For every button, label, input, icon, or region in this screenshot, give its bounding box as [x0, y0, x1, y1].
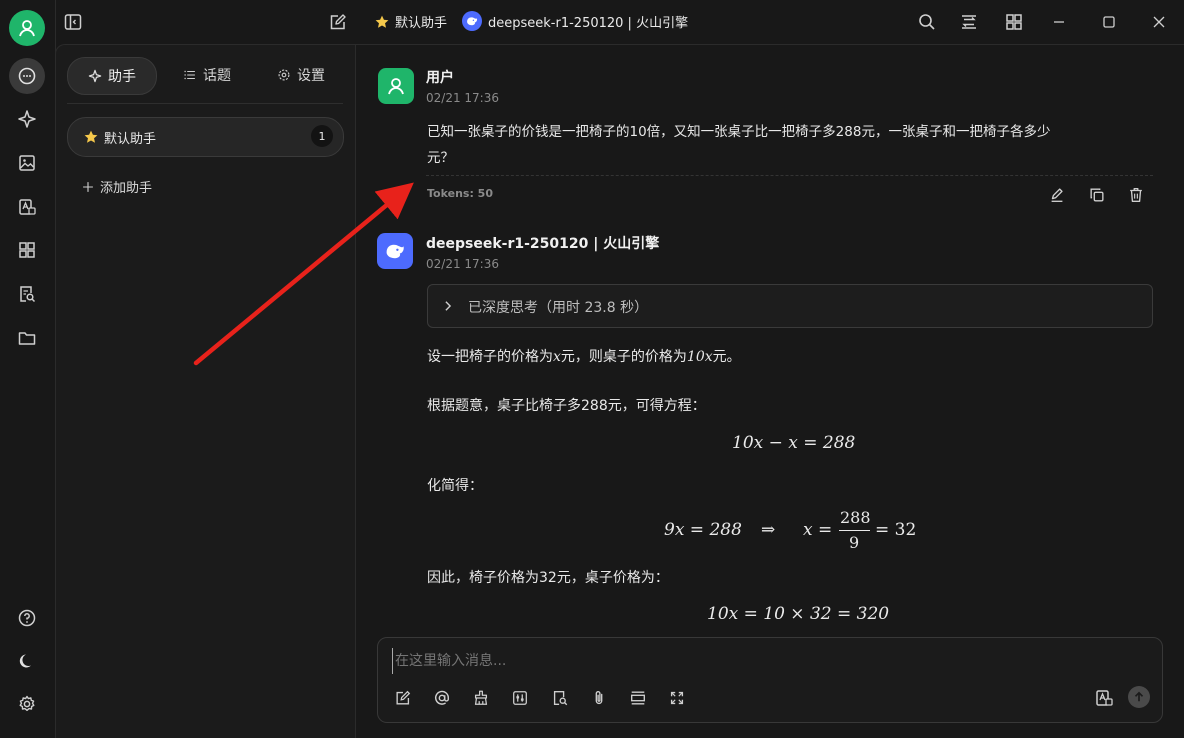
model-selector[interactable]: deepseek-r1-250120 | 火山引擎: [462, 11, 688, 31]
broom-icon[interactable]: [469, 686, 493, 710]
add-assistant-label: 添加助手: [100, 181, 153, 196]
edit-message-icon[interactable]: [1048, 186, 1066, 204]
answer-p1-var: x: [553, 349, 561, 365]
edit-icon[interactable]: [391, 686, 415, 710]
title-bar: 默认助手 deepseek-r1-250120 | 火山引擎: [55, 0, 1184, 44]
moon-icon[interactable]: [9, 643, 45, 679]
token-count: Tokens: 50: [427, 187, 493, 200]
answer-paragraph-2: 根据题意，桌子比椅子多288元，可得方程：: [427, 398, 706, 414]
folder-icon[interactable]: [9, 320, 45, 356]
sidebar-toggle-icon[interactable]: [63, 12, 83, 32]
sliders-icon[interactable]: [508, 686, 532, 710]
sparkle-icon[interactable]: [9, 101, 45, 137]
user-message-line1: 已知一张桌子的价钱是一把椅子的10倍，又知一张桌子比一把椅子多288元，一张桌子…: [427, 124, 1051, 140]
tab-settings[interactable]: 设置: [267, 57, 335, 93]
assistant-item-label: 默认助手: [104, 132, 157, 147]
fraction-bar: [839, 530, 870, 531]
page-break-icon[interactable]: [626, 686, 650, 710]
delete-icon[interactable]: [1127, 186, 1145, 204]
star-icon: [375, 15, 389, 28]
message-input-box: [377, 637, 1163, 723]
deepseek-logo-icon: [462, 11, 482, 31]
expand-icon[interactable]: [665, 686, 689, 710]
model-timestamp: 02/21 17:36: [426, 257, 499, 271]
add-assistant-button[interactable]: 添加助手: [81, 177, 152, 196]
translate-icon[interactable]: [1092, 686, 1116, 710]
thinking-label: 已深度思考（用时 23.8 秒）: [468, 300, 649, 316]
answer-p1-var2: 10x: [686, 349, 713, 365]
answer-p1-prefix: 设一把椅子的价格为: [427, 349, 553, 365]
equation-3: 10x = 10 × 32 = 320: [707, 604, 890, 624]
message-divider: [426, 175, 1153, 176]
answer-paragraph-4: 因此，椅子价格为32元，桌子价格为：: [427, 570, 669, 586]
avatar-icon[interactable]: [9, 10, 45, 46]
user-name: 用户: [426, 70, 454, 86]
answer-p1-suffix: 元。: [712, 349, 741, 365]
thinking-collapse[interactable]: 已深度思考（用时 23.8 秒）: [427, 284, 1153, 328]
equation-2-left: 9x = 288: [664, 520, 742, 540]
tab-topics-label: 话题: [203, 68, 231, 84]
deepseek-avatar-icon: [377, 233, 413, 269]
plus-icon: [83, 181, 93, 192]
apps-icon[interactable]: [9, 232, 45, 268]
list-icon: [184, 70, 195, 80]
tab-settings-label: 设置: [297, 68, 325, 84]
new-chat-edit-icon[interactable]: [328, 12, 348, 32]
doc-search-icon[interactable]: [9, 276, 45, 312]
chat-panel: 用户 02/21 17:36 已知一张桌子的价钱是一把椅子的10倍，又知一张桌子…: [355, 44, 1184, 738]
answer-p1-mid: 元，则桌子的价格为: [560, 349, 687, 365]
equation-2-numerator: 288: [840, 508, 871, 527]
left-rail: [0, 0, 56, 737]
tab-assistants[interactable]: 助手: [67, 57, 157, 95]
copy-icon[interactable]: [1088, 186, 1106, 204]
close-icon[interactable]: [1149, 12, 1169, 32]
doc-search-icon[interactable]: [548, 686, 572, 710]
gear-icon[interactable]: [9, 686, 45, 722]
equation-2-right: = 32: [875, 520, 917, 540]
equation-2-denominator: 9: [849, 533, 860, 552]
at-icon[interactable]: [430, 686, 454, 710]
chevron-right-icon: [445, 301, 452, 311]
chat-icon[interactable]: [9, 58, 45, 94]
model-label: deepseek-r1-250120 | 火山引擎: [488, 15, 689, 31]
tab-assistants-label: 助手: [108, 69, 136, 85]
help-icon[interactable]: [9, 600, 45, 636]
search-icon[interactable]: [917, 12, 937, 32]
message-input[interactable]: [392, 648, 1097, 674]
topic-count-badge: 1: [311, 125, 333, 147]
sidebar-divider: [67, 103, 343, 104]
equation-2-arrow: ⇒: [761, 520, 776, 540]
user-avatar-icon: [378, 68, 414, 104]
model-name: deepseek-r1-250120 | 火山引擎: [426, 236, 660, 252]
grid-icon[interactable]: [1004, 12, 1024, 32]
send-icon[interactable]: [1128, 686, 1150, 708]
gear-icon: [278, 69, 290, 81]
answer-paragraph-1: 设一把椅子的价格为x元，则桌子的价格为10x元。: [427, 346, 741, 366]
user-message-line2: 元？: [427, 150, 454, 166]
equation-2-x: x =: [803, 520, 833, 540]
minimize-icon[interactable]: [1049, 12, 1069, 32]
assistant-sidebar: 助手 话题 设置 默认助手 1 添加助手: [55, 44, 356, 738]
maximize-icon[interactable]: [1099, 12, 1119, 32]
translate-icon[interactable]: [9, 189, 45, 225]
tab-topics[interactable]: 话题: [173, 57, 241, 93]
answer-paragraph-3: 化简得：: [427, 478, 483, 494]
sparkle-icon: [88, 69, 102, 83]
assistant-item-default[interactable]: 默认助手 1: [67, 117, 344, 157]
user-timestamp: 02/21 17:36: [426, 91, 499, 105]
star-icon: [84, 130, 98, 143]
layout-switch-icon[interactable]: [959, 12, 979, 32]
equation-1: 10x − x = 288: [732, 433, 856, 453]
image-icon[interactable]: [9, 145, 45, 181]
assistant-label: 默认助手: [395, 16, 448, 31]
paperclip-icon[interactable]: [587, 686, 611, 710]
assistant-selector[interactable]: 默认助手: [374, 12, 447, 31]
